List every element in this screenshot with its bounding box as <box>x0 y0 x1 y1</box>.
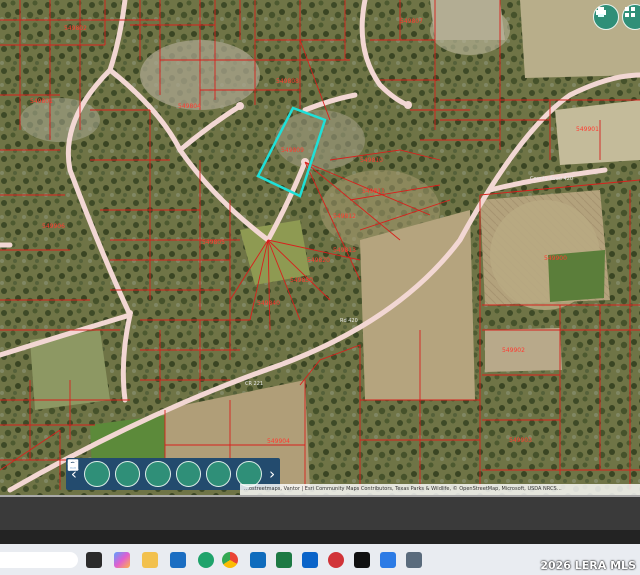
map-attribution: …ostreetmaps, Vantor | Esri Community Ma… <box>240 484 640 495</box>
app-red-icon[interactable] <box>328 552 344 568</box>
task-view-icon[interactable] <box>86 552 102 568</box>
excel-icon[interactable] <box>276 552 292 568</box>
parcel-label: 549813 <box>333 247 356 254</box>
grid-icon <box>625 7 635 17</box>
calculator-icon[interactable] <box>406 552 422 568</box>
parcel-label: 549904 <box>267 438 290 445</box>
parcel-label: 549902 <box>502 347 525 354</box>
parcel-label: 549903 <box>509 437 532 444</box>
save-map-button[interactable] <box>68 459 110 487</box>
copilot-icon[interactable] <box>114 552 130 568</box>
snipping-tool-icon[interactable] <box>380 552 396 568</box>
aerial-map[interactable]: 549802 549807 549804 549801 549808 54980… <box>0 0 640 495</box>
parcel-label: 549805 <box>202 239 225 246</box>
parcel-label: 549808 <box>276 78 299 85</box>
teams-icon[interactable] <box>250 552 266 568</box>
draw-button[interactable] <box>68 461 141 487</box>
parcel-label: 549807 <box>400 18 423 25</box>
parcel-label: 549820 <box>307 257 330 264</box>
parcel-label: 549906 <box>42 223 65 230</box>
parcel-label: 549901 <box>576 126 599 133</box>
app-dark-icon[interactable] <box>354 552 370 568</box>
mls-watermark: 2026 LERA MLS <box>540 559 636 572</box>
layers-add-icon <box>67 459 79 471</box>
parcel-label: 549840 <box>257 300 280 307</box>
measure-button[interactable] <box>68 460 171 487</box>
road-label: Rd 420 <box>340 318 358 324</box>
parcel-label: 549809 <box>281 147 304 154</box>
printer-icon <box>596 7 606 17</box>
print-map-button[interactable] <box>593 4 619 30</box>
print-button[interactable] <box>68 461 232 487</box>
edge-icon[interactable] <box>198 552 214 568</box>
parcel-label: 549810 <box>360 157 383 164</box>
parcel-label: 549830 <box>290 277 313 284</box>
road-label: County Road 420 <box>530 176 573 182</box>
browser-lower-bar <box>0 530 640 544</box>
map-canvas[interactable]: 549802 549807 549804 549801 549808 54980… <box>0 0 640 495</box>
parcel-label: 549812 <box>333 213 356 220</box>
parcel-label: 549900 <box>544 255 567 262</box>
parcel-label: 549811 <box>362 188 385 195</box>
taskbar-search-box[interactable] <box>0 552 78 568</box>
chrome-icon[interactable] <box>222 552 238 568</box>
store-icon[interactable] <box>170 552 186 568</box>
road-label: CR 221 <box>245 381 263 387</box>
parcel-label: 549804 <box>178 103 201 110</box>
search-area-button[interactable] <box>67 459 201 487</box>
browser-status-bar <box>0 495 640 532</box>
outlook-icon[interactable] <box>302 552 318 568</box>
parcel-label: 549801 <box>30 98 53 105</box>
parcel-label: 549802 <box>64 25 87 32</box>
file-explorer-icon[interactable] <box>142 552 158 568</box>
